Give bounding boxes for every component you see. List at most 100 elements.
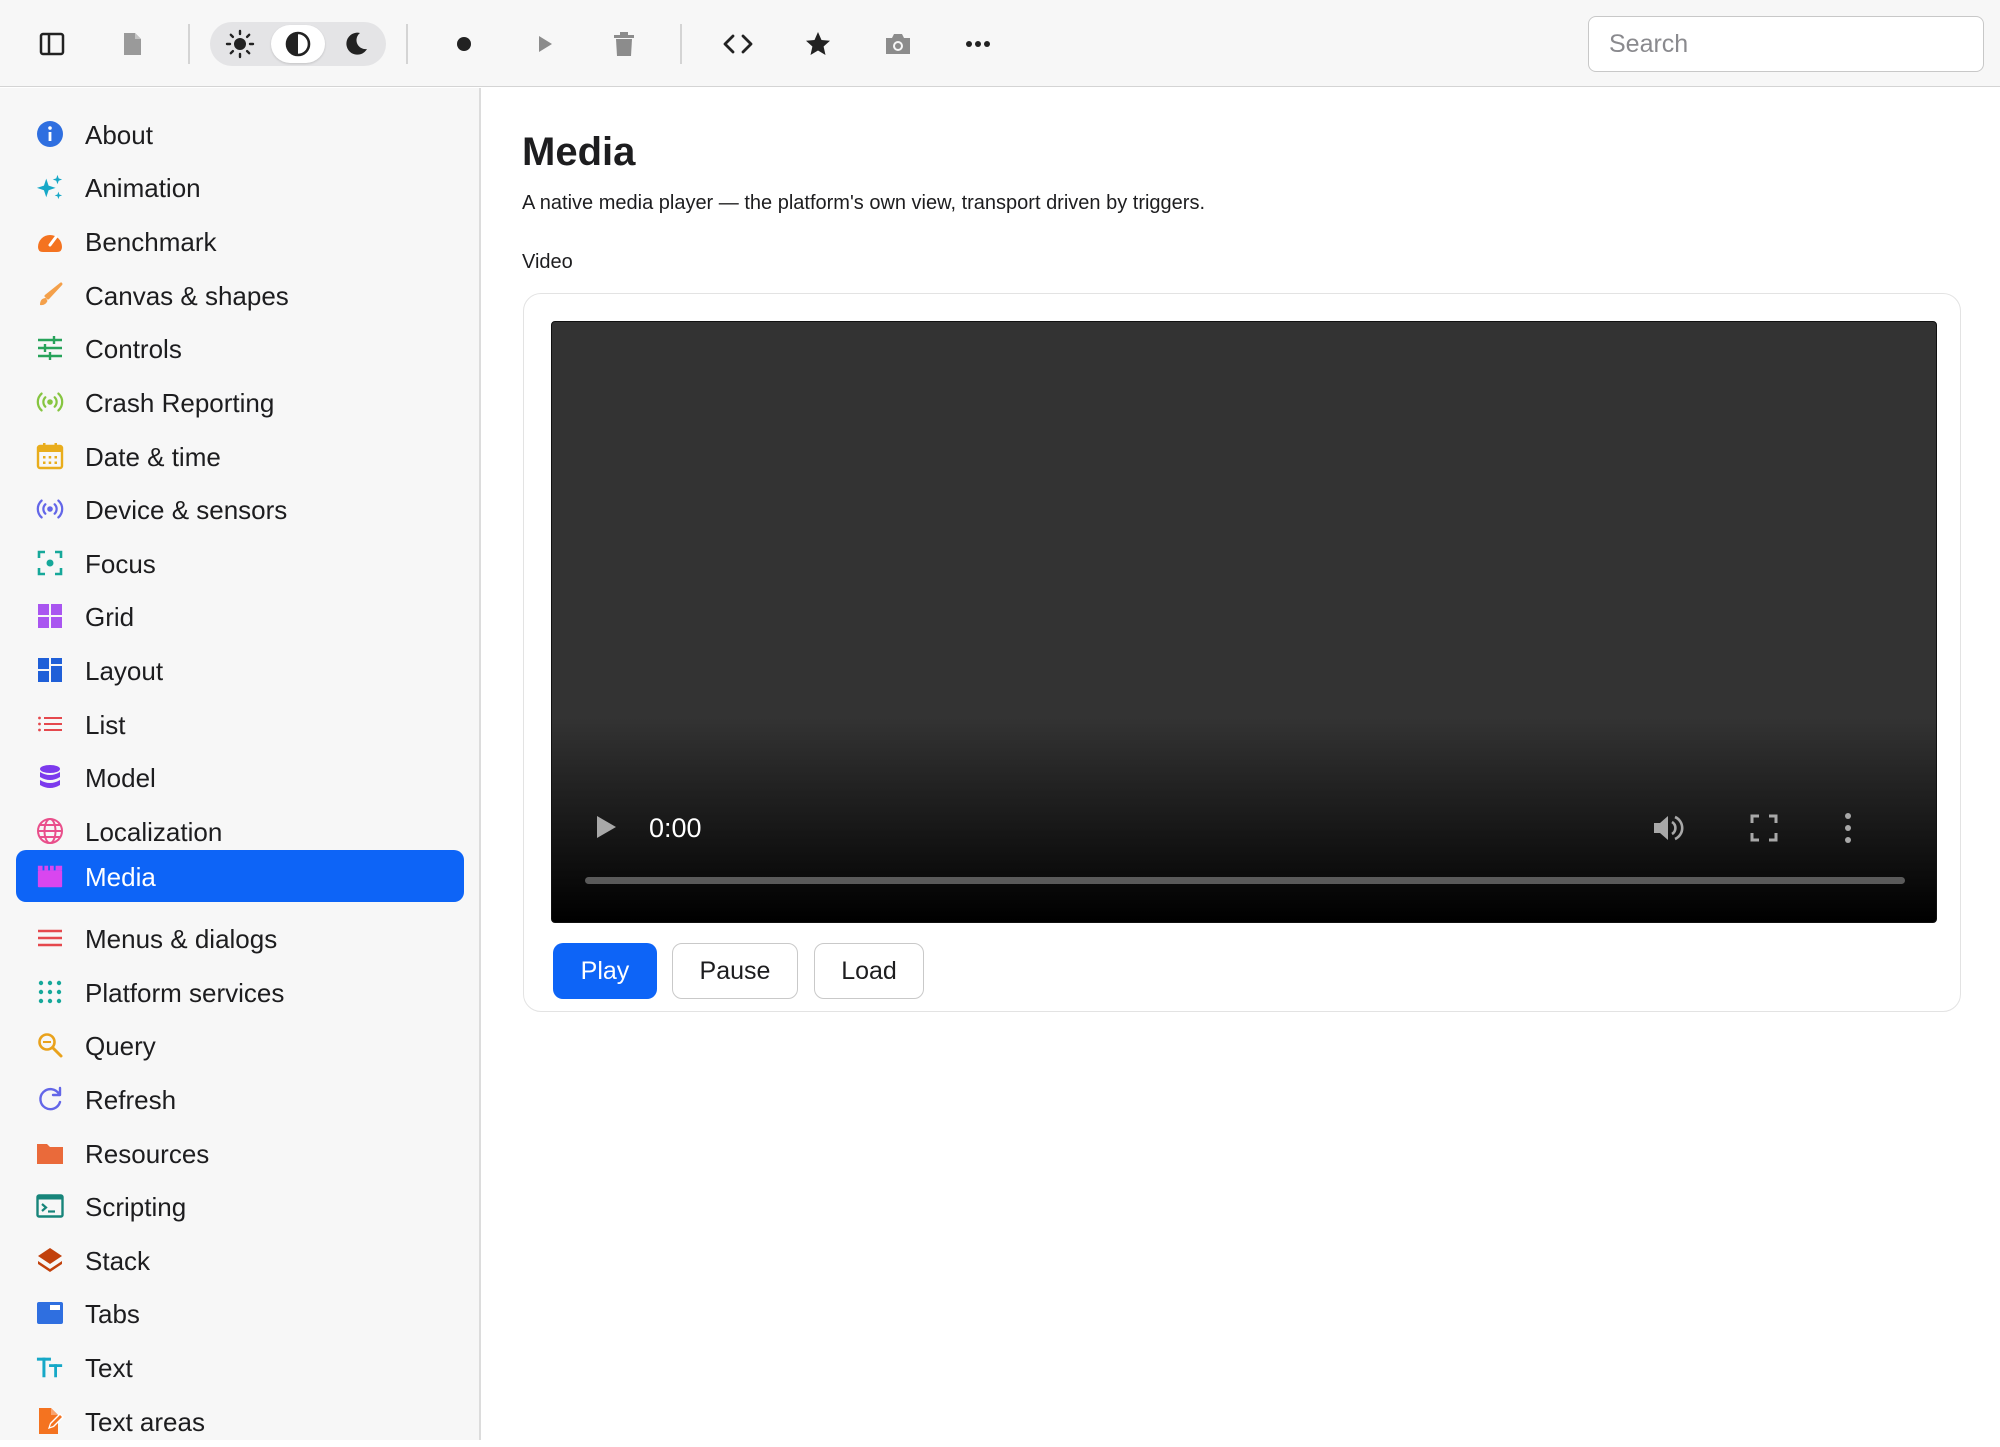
database-icon	[36, 763, 64, 791]
page-subtitle: A native media player — the platform's o…	[522, 192, 1206, 214]
load-button[interactable]: Load	[814, 943, 924, 999]
sidebar-item-label: Scripting	[85, 1192, 187, 1222]
sun-icon	[225, 29, 255, 59]
toolbar	[0, 0, 2000, 87]
moon-icon	[346, 32, 367, 55]
sidebar-item-label: Date & time	[85, 442, 221, 472]
time-display: 0:00	[649, 813, 702, 843]
volume-icon[interactable]	[1650, 810, 1686, 846]
layout-icon	[36, 656, 64, 684]
progress-track[interactable]	[585, 877, 1905, 884]
document-edit-icon	[36, 1407, 64, 1435]
sidebar-item-animation[interactable]: Animation	[16, 161, 464, 213]
broadcast-icon	[36, 388, 64, 416]
sidebar-item-grid[interactable]: Grid	[16, 590, 464, 642]
pause-button[interactable]: Pause	[672, 943, 798, 999]
sidebar-item-label: Model	[85, 763, 156, 793]
sidebar-item-label: Menus & dialogs	[85, 924, 278, 954]
refresh-icon	[36, 1085, 64, 1113]
video-player[interactable]: 0:00	[551, 321, 1937, 923]
contrast-icon	[285, 31, 311, 57]
folder-icon	[36, 1139, 64, 1167]
sidebar-item-label: Crash Reporting	[85, 388, 275, 418]
more-vertical-icon[interactable]	[1842, 810, 1854, 846]
sidebar-item-resources[interactable]: Resources	[16, 1127, 464, 1179]
sidebar-item-date-time[interactable]: Date & time	[16, 430, 464, 482]
sidebar-item-label: Focus	[85, 549, 156, 579]
record-icon[interactable]	[440, 20, 488, 68]
sensor-icon	[36, 495, 64, 523]
sidebar-item-text[interactable]: Text	[16, 1341, 464, 1393]
main-content: Media A native media player — the platfo…	[482, 88, 2000, 1440]
sidebar-item-controls[interactable]: Controls	[16, 322, 464, 374]
sliders-icon	[36, 334, 64, 362]
sidebar-item-menus-dialogs[interactable]: Menus & dialogs	[16, 912, 464, 964]
sidebar-item-label: Text areas	[85, 1407, 205, 1437]
sidebar-item-label: Stack	[85, 1246, 151, 1276]
sidebar-item-label: Benchmark	[85, 227, 217, 257]
sidebar-item-tabs[interactable]: Tabs	[16, 1287, 464, 1339]
menu-icon	[36, 924, 64, 952]
list-icon	[36, 710, 64, 738]
theme-switcher	[210, 22, 386, 66]
page-title: Media	[522, 130, 636, 174]
document-icon[interactable]	[108, 20, 156, 68]
ellipsis-icon[interactable]	[954, 20, 1002, 68]
sidebar-item-label: Tabs	[85, 1299, 140, 1329]
layers-icon	[36, 1246, 64, 1274]
gauge-icon	[36, 227, 64, 255]
theme-light-button[interactable]	[213, 25, 267, 63]
paintbrush-icon	[36, 281, 64, 309]
sidebar-item-platform-services[interactable]: Platform services	[16, 966, 464, 1018]
sidebar-item-scripting[interactable]: Scripting	[16, 1180, 464, 1232]
sidebar: About Animation Benchmark Canvas & shape…	[0, 88, 481, 1440]
text-size-icon	[36, 1353, 64, 1381]
camera-icon[interactable]	[874, 20, 922, 68]
sidebar-item-stack[interactable]: Stack	[16, 1234, 464, 1286]
search-input[interactable]	[1588, 16, 1984, 72]
play-button[interactable]: Play	[553, 943, 657, 999]
section-label: Video	[522, 251, 573, 273]
sidebar-item-label: Refresh	[85, 1085, 177, 1115]
sidebar-item-device-sensors[interactable]: Device & sensors	[16, 483, 464, 535]
magnifier-icon	[36, 1031, 64, 1059]
sidebar-item-query[interactable]: Query	[16, 1019, 464, 1071]
toolbar-divider	[406, 24, 408, 64]
sidebar-item-label: Text	[85, 1353, 133, 1383]
sidebar-icon[interactable]	[28, 20, 76, 68]
info-icon	[36, 120, 64, 148]
theme-dark-button[interactable]	[329, 25, 383, 63]
sidebar-item-label: Resources	[85, 1139, 210, 1169]
play-icon[interactable]	[520, 20, 568, 68]
fullscreen-icon[interactable]	[1748, 812, 1780, 844]
code-icon[interactable]	[714, 20, 762, 68]
sidebar-item-label: List	[85, 710, 126, 740]
sidebar-item-label: Layout	[85, 656, 164, 686]
sidebar-item-label: Query	[85, 1031, 156, 1061]
star-icon[interactable]	[794, 20, 842, 68]
sidebar-item-crash-reporting[interactable]: Crash Reporting	[16, 376, 464, 428]
tabs-icon	[36, 1299, 64, 1327]
sidebar-item-list[interactable]: List	[16, 698, 464, 750]
sidebar-item-label: Canvas & shapes	[85, 281, 289, 311]
sidebar-item-label: Controls	[85, 334, 182, 364]
sidebar-item-benchmark[interactable]: Benchmark	[16, 215, 464, 267]
sidebar-item-model[interactable]: Model	[16, 751, 464, 803]
sidebar-item-media[interactable]: Media	[16, 850, 464, 902]
sidebar-item-focus[interactable]: Focus	[16, 537, 464, 589]
theme-auto-button[interactable]	[271, 25, 325, 63]
sparkles-icon	[36, 173, 64, 201]
clapperboard-icon	[36, 862, 64, 890]
sidebar-item-about[interactable]: About	[16, 108, 464, 160]
sidebar-item-label: Device & sensors	[85, 495, 288, 525]
play-icon[interactable]	[590, 812, 620, 842]
sidebar-item-label: Grid	[85, 602, 135, 632]
sidebar-item-refresh[interactable]: Refresh	[16, 1073, 464, 1125]
terminal-icon	[36, 1192, 64, 1220]
trash-icon[interactable]	[600, 20, 648, 68]
sidebar-item-canvas-shapes[interactable]: Canvas & shapes	[16, 269, 464, 321]
media-card: 0:00 Play Pause Load	[523, 293, 1961, 1012]
sidebar-item-text-areas[interactable]: Text areas	[16, 1395, 464, 1447]
globe-icon	[36, 817, 64, 845]
sidebar-item-layout[interactable]: Layout	[16, 644, 464, 696]
